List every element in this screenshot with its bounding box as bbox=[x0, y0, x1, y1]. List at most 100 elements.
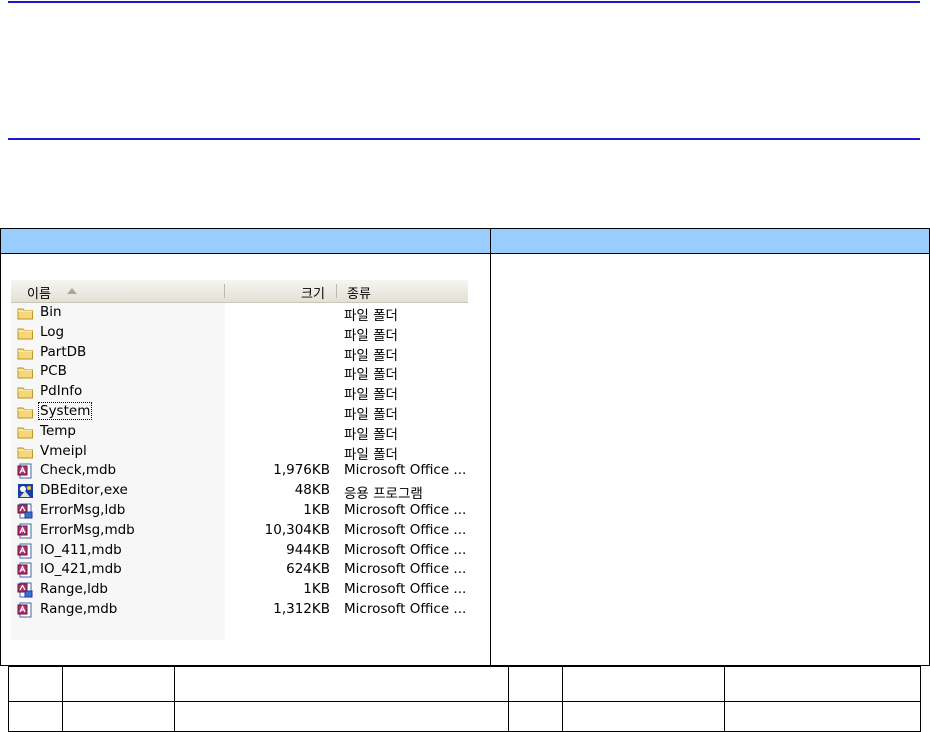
info-cell bbox=[174, 666, 509, 702]
info-cell bbox=[724, 666, 921, 702]
file-row[interactable]: IO_421,mdb 624KB Microsoft Office ... bbox=[11, 560, 468, 580]
file-row[interactable]: ErrorMsg,ldb 1KB Microsoft Office ... bbox=[11, 501, 468, 521]
info-table-row bbox=[8, 666, 921, 702]
file-row[interactable]: Range,mdb 1,312KB Microsoft Office ... bbox=[11, 600, 468, 620]
file-type: Microsoft Office ... bbox=[344, 521, 467, 538]
file-type: 파일 폴더 bbox=[344, 387, 398, 404]
file-size: 1KB bbox=[303, 502, 330, 518]
info-cell bbox=[562, 701, 725, 732]
file-size: 1,976KB bbox=[273, 462, 330, 479]
info-table-row bbox=[8, 701, 921, 732]
file-name: PartDB bbox=[40, 343, 87, 360]
folder-icon bbox=[17, 404, 34, 420]
file-name: IO_411,mdb bbox=[40, 541, 122, 558]
file-type: 파일 폴더 bbox=[344, 347, 398, 364]
column-divider[interactable] bbox=[336, 284, 337, 298]
file-size: 10,304KB bbox=[264, 521, 330, 538]
folder-icon bbox=[17, 345, 34, 361]
file-name: Vmeipl bbox=[40, 442, 87, 459]
info-cell bbox=[62, 666, 175, 702]
file-type: 응용 프로그램 bbox=[344, 486, 423, 503]
file-name: Bin bbox=[40, 304, 62, 320]
file-name: PCB bbox=[40, 363, 67, 380]
file-size: 1KB bbox=[303, 581, 330, 598]
file-row[interactable]: Bin 파일 폴더 bbox=[11, 303, 468, 324]
file-row[interactable]: Temp 파일 폴더 bbox=[11, 422, 468, 443]
application-icon bbox=[17, 483, 34, 499]
file-name: PdInfo bbox=[40, 383, 83, 400]
file-type: Microsoft Office ... bbox=[344, 581, 467, 598]
file-type: 파일 폴더 bbox=[344, 407, 398, 423]
file-type: 파일 폴더 bbox=[344, 446, 398, 463]
column-header-size[interactable]: 크기 bbox=[301, 283, 325, 302]
info-cell bbox=[724, 701, 921, 732]
file-row[interactable]: ErrorMsg,mdb 10,304KB Microsoft Office ... bbox=[11, 521, 468, 541]
second-rule bbox=[8, 138, 920, 140]
file-name: Range,ldb bbox=[40, 581, 108, 598]
folder-icon bbox=[17, 364, 34, 380]
sort-ascending-icon bbox=[67, 288, 77, 294]
info-cell bbox=[8, 666, 63, 702]
file-type: Microsoft Office ... bbox=[344, 502, 467, 518]
info-cell bbox=[174, 701, 509, 732]
file-name: IO_421,mdb bbox=[40, 561, 122, 578]
access-db-icon bbox=[17, 523, 34, 539]
file-name: Temp bbox=[40, 422, 76, 439]
file-row[interactable]: PdInfo 파일 폴더 bbox=[11, 382, 468, 404]
file-row[interactable]: System 파일 폴더 bbox=[11, 402, 468, 423]
file-type: 파일 폴더 bbox=[344, 426, 398, 443]
file-list-view[interactable]: 이름 크기 종류 Bin 파일 폴더 Log 파일 폴더 PartDB 파일 폴더 PCB 파… bbox=[11, 280, 468, 640]
file-row[interactable]: DBEditor,exe 48KB 응용 프로그램 bbox=[11, 481, 468, 503]
file-row[interactable]: IO_411,mdb 944KB Microsoft Office ... bbox=[11, 541, 468, 561]
info-cell bbox=[8, 701, 63, 732]
file-type: Microsoft Office ... bbox=[344, 541, 467, 558]
info-cell bbox=[508, 666, 563, 702]
folder-icon bbox=[17, 444, 34, 460]
access-db-icon bbox=[17, 543, 34, 559]
file-name: Check,mdb bbox=[40, 462, 117, 479]
info-cell bbox=[562, 666, 725, 702]
file-type: Microsoft Office ... bbox=[344, 561, 467, 578]
folder-icon bbox=[17, 424, 34, 440]
info-cell bbox=[62, 701, 175, 732]
folder-icon bbox=[17, 325, 34, 341]
access-lock-icon bbox=[17, 582, 34, 598]
access-db-icon bbox=[17, 602, 34, 618]
column-header-type[interactable]: 종류 bbox=[347, 283, 371, 302]
file-row[interactable]: Range,ldb 1KB Microsoft Office ... bbox=[11, 580, 468, 600]
column-header-bar: 이름 크기 종류 bbox=[11, 280, 468, 303]
table-header-left bbox=[0, 228, 490, 254]
folder-icon bbox=[17, 384, 34, 400]
file-row[interactable]: PCB 파일 폴더 bbox=[11, 362, 468, 384]
file-type: 파일 폴더 bbox=[344, 327, 398, 344]
file-type: 파일 폴더 bbox=[344, 367, 398, 384]
file-row[interactable]: Log 파일 폴더 bbox=[11, 323, 468, 344]
file-name: Log bbox=[40, 323, 65, 340]
column-header-name[interactable]: 이름 bbox=[27, 283, 51, 302]
file-row[interactable]: PartDB 파일 폴더 bbox=[11, 343, 468, 364]
access-db-icon bbox=[17, 562, 34, 578]
table-cell-description bbox=[490, 254, 930, 666]
file-name: ErrorMsg,mdb bbox=[40, 521, 135, 538]
column-divider[interactable] bbox=[224, 284, 225, 298]
file-type: Microsoft Office ... bbox=[344, 601, 467, 617]
file-type: 파일 폴더 bbox=[344, 308, 398, 324]
file-name: DBEditor,exe bbox=[40, 482, 128, 499]
file-row[interactable]: Vmeipl 파일 폴더 bbox=[11, 442, 468, 463]
folder-icon bbox=[17, 305, 34, 321]
file-name: System bbox=[37, 402, 93, 420]
file-size: 944KB bbox=[286, 541, 330, 558]
file-name: ErrorMsg,ldb bbox=[40, 502, 126, 518]
file-size: 1,312KB bbox=[273, 601, 330, 617]
access-lock-icon bbox=[17, 503, 34, 519]
top-rule bbox=[8, 1, 920, 3]
file-type: Microsoft Office ... bbox=[344, 462, 467, 479]
info-cell bbox=[508, 701, 563, 732]
file-row[interactable]: Check,mdb 1,976KB Microsoft Office ... bbox=[11, 461, 468, 481]
file-size: 48KB bbox=[294, 482, 330, 499]
file-name: Range,mdb bbox=[40, 601, 118, 617]
file-size: 624KB bbox=[286, 561, 330, 578]
info-table bbox=[8, 666, 921, 732]
table-header-right bbox=[490, 228, 930, 254]
access-db-icon bbox=[17, 463, 34, 479]
